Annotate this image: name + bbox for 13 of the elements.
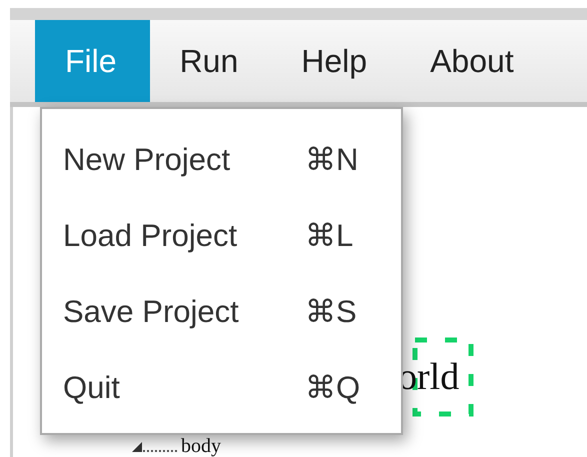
menu-item[interactable]: Run xyxy=(150,20,272,102)
menu-option[interactable]: Save Project xyxy=(63,289,305,336)
node-label: body xyxy=(181,436,221,456)
shortcut-label: ⌘Q xyxy=(305,369,360,407)
dotted-arrow xyxy=(130,440,180,454)
menu-option[interactable]: New Project xyxy=(63,137,305,184)
menu-item[interactable]: About xyxy=(400,20,547,102)
shortcut-label: ⌘N xyxy=(305,141,358,179)
menu-option[interactable]: Quit xyxy=(63,365,305,412)
shortcut-label: ⌘L xyxy=(305,217,354,255)
shortcut-label: ⌘S xyxy=(305,293,357,331)
menu-item[interactable]: Help xyxy=(271,20,400,102)
menu-option[interactable]: Load Project xyxy=(63,213,305,260)
